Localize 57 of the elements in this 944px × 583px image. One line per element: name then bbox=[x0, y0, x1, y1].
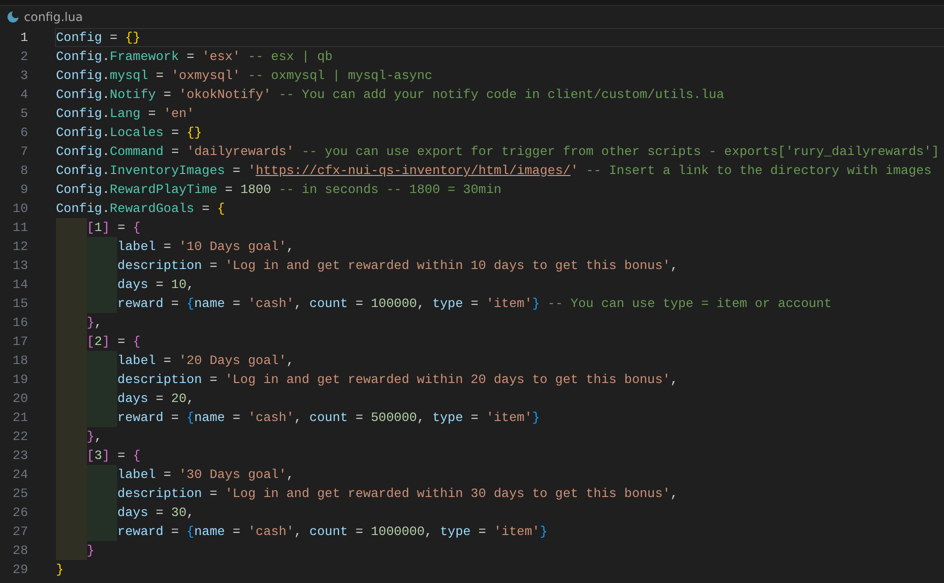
code-line: } bbox=[56, 561, 64, 578]
code-line: Config.Lang = 'en' bbox=[56, 105, 194, 122]
code-line: label = '30 Days goal', bbox=[56, 465, 294, 484]
line-number: 4 bbox=[19, 86, 28, 104]
line-number: 6 bbox=[19, 124, 28, 142]
code-line: days = 20, bbox=[56, 389, 194, 408]
line-number: 25 bbox=[12, 485, 28, 503]
file-name[interactable]: config.lua bbox=[24, 10, 83, 24]
line-number: 16 bbox=[12, 314, 28, 332]
line-number: 26 bbox=[12, 504, 28, 522]
code-line: description = 'Log in and get rewarded within 30 days to get this bonus', bbox=[56, 484, 678, 503]
line-number: 9 bbox=[19, 181, 28, 199]
line-number: 19 bbox=[12, 371, 28, 389]
line-number: 8 bbox=[19, 162, 28, 180]
line-number: 29 bbox=[12, 561, 28, 579]
code-line: [2] = { bbox=[56, 332, 140, 351]
line-number: 10 bbox=[12, 200, 28, 218]
code-line: Config.RewardGoals = { bbox=[56, 200, 225, 217]
line-number: 5 bbox=[19, 105, 28, 123]
line-number: 18 bbox=[12, 352, 28, 370]
code-line: reward = {name = 'cash', count = 100000, type = 'item'} -- You can use type = item or account bbox=[56, 294, 832, 313]
code-line: description = 'Log in and get rewarded within 10 days to get this bonus', bbox=[56, 256, 678, 275]
line-number: 20 bbox=[12, 390, 28, 408]
line-number: 14 bbox=[12, 276, 28, 294]
code-line: label = '10 Days goal', bbox=[56, 237, 294, 256]
code-line: Config = {} bbox=[56, 29, 140, 46]
line-number: 22 bbox=[12, 428, 28, 446]
line-number: 3 bbox=[19, 67, 28, 85]
code-line: Config.RewardPlayTime = 1800 -- in seconds -- 1800 = 30min bbox=[56, 181, 502, 198]
code-line: label = '20 Days goal', bbox=[56, 351, 294, 370]
code-line: days = 10, bbox=[56, 275, 194, 294]
code-line: [1] = { bbox=[56, 218, 140, 237]
code-line: Config.Command = 'dailyrewards' -- you can use export for trigger from other scripts - exports['rury_dailyrewards'] bbox=[56, 143, 940, 160]
line-number: 27 bbox=[12, 523, 28, 541]
line-number: 2 bbox=[19, 48, 28, 66]
code-line: reward = {name = 'cash', count = 500000, type = 'item'} bbox=[56, 408, 540, 427]
code-line: description = 'Log in and get rewarded within 20 days to get this bonus', bbox=[56, 370, 678, 389]
code-line: Config.Notify = 'okokNotify' -- You can add your notify code in client/custom/utils.lua bbox=[56, 86, 724, 103]
line-number: 7 bbox=[19, 143, 28, 161]
code-line: Config.Framework = 'esx' -- esx | qb bbox=[56, 48, 332, 65]
code-line: days = 30, bbox=[56, 503, 194, 522]
code-line: [3] = { bbox=[56, 446, 140, 465]
code-line: Config.Locales = {} bbox=[56, 124, 202, 141]
line-number: 1 bbox=[19, 29, 28, 47]
code-line: Config.mysql = 'oxmysql' -- oxmysql | mysql-async bbox=[56, 67, 432, 84]
line-number: 17 bbox=[12, 333, 28, 351]
line-number: 23 bbox=[12, 447, 28, 465]
line-number: 21 bbox=[12, 409, 28, 427]
code-line: } bbox=[56, 541, 94, 560]
line-number: 13 bbox=[12, 257, 28, 275]
line-number: 15 bbox=[12, 295, 28, 313]
line-number: 28 bbox=[12, 542, 28, 560]
code-line: Config.InventoryImages = 'https://cfx-nui-qs-inventory/html/images/' -- Insert a link to the directory with images bbox=[56, 162, 932, 179]
line-number: 12 bbox=[12, 238, 28, 256]
line-number: 24 bbox=[12, 466, 28, 484]
line-number: 11 bbox=[12, 219, 28, 237]
code-line: reward = {name = 'cash', count = 1000000, type = 'item'} bbox=[56, 522, 548, 541]
